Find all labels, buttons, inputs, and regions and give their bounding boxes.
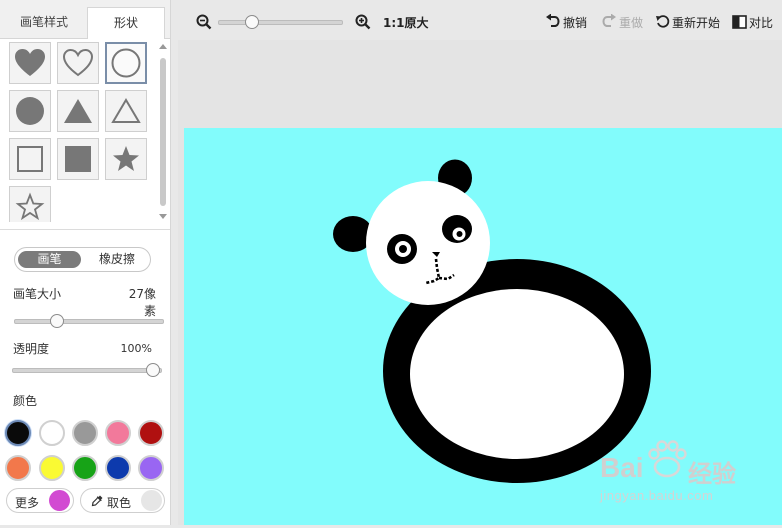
undo-icon [546,14,560,27]
undo-button[interactable]: 撤销 [563,14,587,31]
panda-eye-left-pupil [399,245,407,253]
circle-outline-icon [111,48,141,78]
triangle-outline-icon [111,98,141,123]
zoom-in-icon[interactable] [355,14,371,30]
color-swatch-purple[interactable] [138,455,164,481]
scroll-thumb[interactable] [160,58,166,206]
zoom-out-icon[interactable] [196,14,212,30]
scroll-down-arrow-icon[interactable] [159,214,167,219]
picked-color-preview [141,490,162,511]
filled-triangle-shape-button[interactable] [57,90,99,132]
compare-button[interactable]: 对比 [749,14,773,31]
filled-star-shape-button[interactable] [105,138,147,180]
eraser-mode-button[interactable]: 橡皮擦 [85,251,149,268]
filled-heart-shape-button[interactable] [9,42,51,84]
outline-triangle-shape-button[interactable] [105,90,147,132]
panel-tabs: 画笔样式 形状 [0,0,170,39]
color-swatch-pink[interactable] [105,420,131,446]
color-swatch-black[interactable] [5,420,31,446]
tab-shape[interactable]: 形状 [87,7,165,39]
color-swatch-blue[interactable] [105,455,131,481]
tab-brush-style[interactable]: 画笔样式 [5,7,83,38]
redo-icon [602,14,616,27]
watermark-brand: Bai [600,452,644,483]
shape-scrollbar[interactable] [158,42,168,224]
opacity-slider-knob[interactable] [146,363,160,377]
color-label: 颜色 [13,394,38,408]
color-swatch-orange[interactable] [5,455,31,481]
scroll-up-arrow-icon[interactable] [159,44,167,49]
brush-size-slider-knob[interactable] [50,314,65,328]
opacity-value: 100% [120,342,152,355]
actual-size-button[interactable]: 1:1原大 [383,14,429,31]
color-picker-button[interactable]: 取色 [80,488,165,513]
brush-size-label: 画笔大小 [13,287,62,301]
color-swatch-white[interactable] [39,420,65,446]
zoom-slider-knob[interactable] [245,15,260,29]
panel-divider [0,229,170,230]
watermark-brand-suffix: 经验 [688,461,736,488]
heart-outline-icon [62,48,94,77]
square-outline-icon [17,146,43,172]
baidu-jingyan-watermark: Bai 经验 jingyan.baidu.com [592,440,772,510]
triangle-filled-icon [64,99,92,123]
color-swatch-dark-red[interactable] [138,420,164,446]
star-outline-icon [15,192,45,221]
redo-button[interactable]: 重做 [619,14,643,31]
star-filled-icon [113,146,139,171]
top-toolbar: 1:1原大 撤销 重做 重新开始 对比 [178,6,782,38]
brush-size-slider-track[interactable] [14,319,164,324]
filled-square-shape-button[interactable] [57,138,99,180]
circle-filled-icon [16,97,44,125]
outline-heart-shape-button[interactable] [57,42,99,84]
compare-icon [732,15,747,29]
heart-filled-icon [15,49,45,76]
panda-eye-right-pupil [456,231,463,237]
outline-circle-shape-button[interactable] [105,42,147,84]
brush-mode-button[interactable]: 画笔 [18,251,81,268]
shape-grid [8,40,158,222]
left-panel: 画笔样式 形状 画笔 橡皮擦 画笔大小 27像素 透明度 100% 颜色 更多 … [0,0,171,525]
eyedropper-icon [91,495,103,507]
zoom-slider-track[interactable] [218,20,343,25]
outline-square-shape-button[interactable] [9,138,51,180]
more-color-preview [49,490,70,511]
square-filled-icon [65,146,91,172]
more-colors-button[interactable]: 更多 [6,488,74,513]
opacity-label: 透明度 [13,342,50,356]
color-swatch-gray[interactable] [72,420,98,446]
restart-icon [656,15,670,28]
color-swatch-green[interactable] [72,455,98,481]
mode-toggle: 画笔 橡皮擦 [14,247,151,272]
restart-button[interactable]: 重新开始 [672,14,720,31]
panda-head [366,181,490,305]
brush-size-value: 27像素 [128,287,156,318]
watermark-url: jingyan.baidu.com [600,488,714,503]
paw-logo-icon [648,440,687,478]
filled-circle-shape-button[interactable] [9,90,51,132]
color-picker-label: 取色 [107,496,132,510]
panda-belly [410,289,624,459]
opacity-slider-track[interactable] [12,368,162,373]
outline-star-shape-button[interactable] [9,186,51,222]
color-swatch-yellow[interactable] [39,455,65,481]
more-colors-label: 更多 [15,496,40,510]
